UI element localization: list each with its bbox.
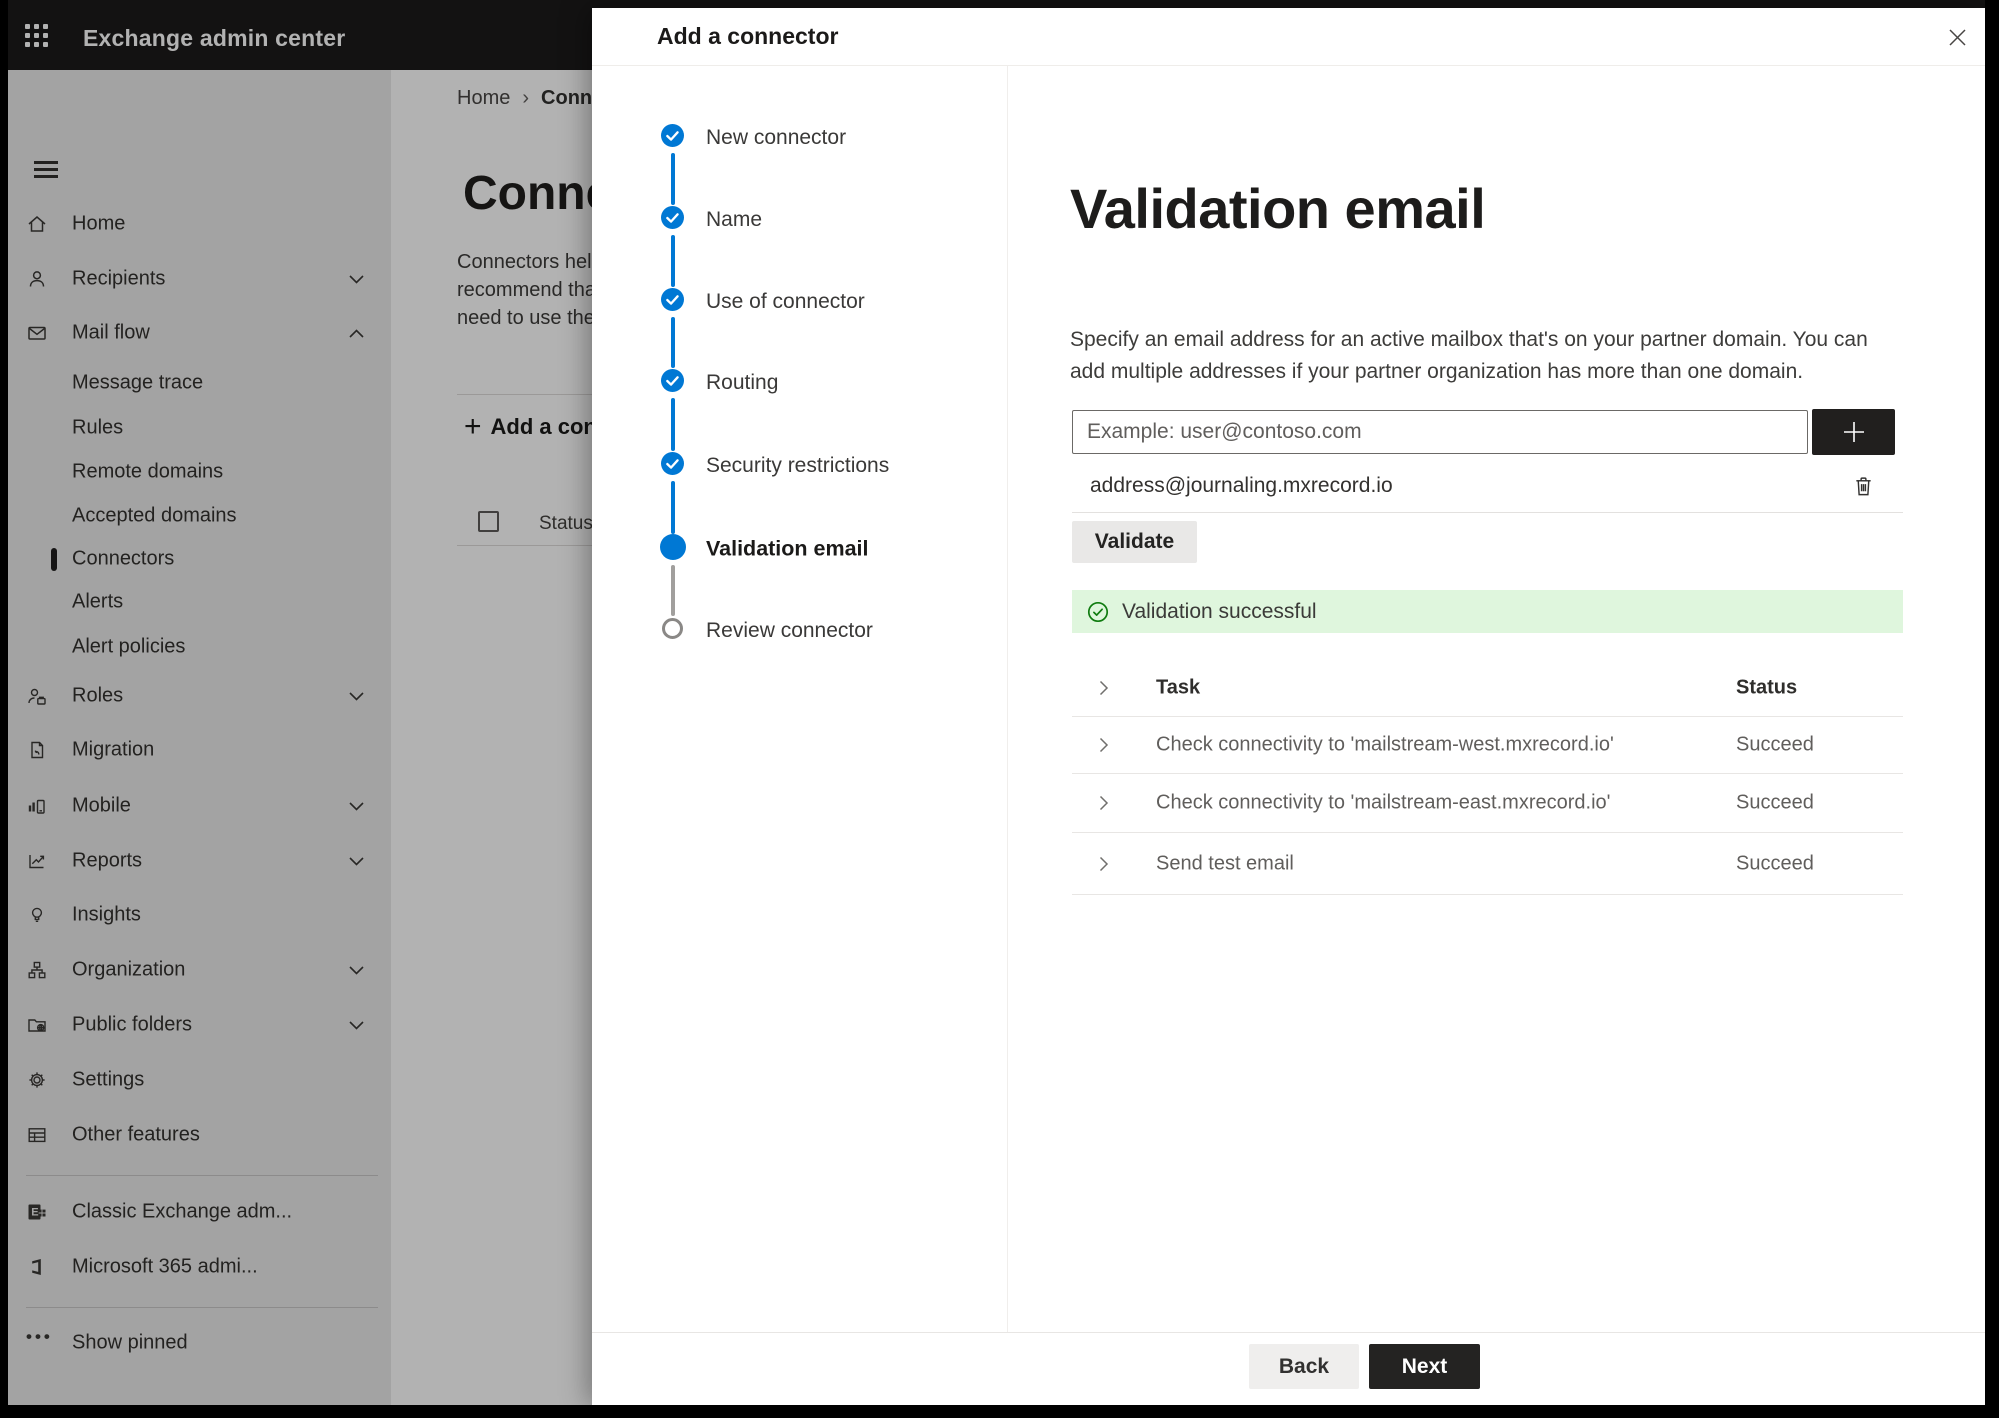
add-address-button[interactable]	[1812, 409, 1895, 455]
wizard-step-security-restrictions[interactable]: Security restrictions	[592, 450, 1008, 482]
added-address-row: address@journaling.mxrecord.io	[1072, 466, 1903, 506]
validate-button[interactable]: Validate	[1072, 521, 1197, 563]
wizard-step-new-connector[interactable]: New connector	[592, 122, 1008, 154]
validation-success-banner: Validation successful	[1072, 590, 1903, 633]
close-icon[interactable]	[1939, 19, 1975, 55]
wizard-steps: New connector Name Use of connector Rout…	[592, 66, 1008, 1332]
step-connector-line	[671, 398, 675, 451]
table-row: Send test email Succeed	[1072, 833, 1903, 895]
step-connector-line	[671, 235, 675, 287]
expand-row-chevron-icon[interactable]	[1099, 737, 1109, 753]
expand-all-chevron-icon[interactable]	[1099, 680, 1109, 696]
plus-icon	[1843, 422, 1864, 442]
trash-icon	[1855, 476, 1871, 495]
status-cell: Succeed	[1736, 791, 1814, 814]
task-column-header: Task	[1156, 676, 1201, 699]
email-address-input[interactable]	[1072, 410, 1808, 454]
status-cell: Succeed	[1736, 852, 1814, 874]
banner-text: Validation successful	[1122, 599, 1317, 623]
step-upcoming-circle-icon	[662, 618, 683, 639]
task-cell: Check connectivity to 'mailstream-west.m…	[1156, 733, 1614, 756]
step-connector-line	[671, 317, 675, 368]
table-header-row: Task Status	[1072, 660, 1903, 717]
footer-divider	[592, 1332, 1985, 1333]
wizard-step-validation-email[interactable]: Validation email	[592, 533, 1008, 565]
step-current-dot-icon	[660, 534, 686, 560]
step-completed-check-icon	[661, 288, 684, 311]
table-row: Check connectivity to 'mailstream-west.m…	[1072, 717, 1903, 774]
dialog-header: Add a connector	[592, 8, 1985, 66]
wizard-step-routing[interactable]: Routing	[592, 367, 1008, 399]
task-cell: Check connectivity to 'mailstream-east.m…	[1156, 791, 1611, 814]
step-description: Specify an email address for an active m…	[1070, 328, 1868, 383]
expand-row-chevron-icon[interactable]	[1099, 795, 1109, 811]
table-row: Check connectivity to 'mailstream-east.m…	[1072, 774, 1903, 833]
wizard-step-name[interactable]: Name	[592, 204, 1008, 236]
step-heading: Validation email	[1070, 177, 1486, 240]
wizard-step-use-of-connector[interactable]: Use of connector	[592, 286, 1008, 318]
wizard-step-review-connector[interactable]: Review connector	[592, 615, 1008, 647]
expand-row-chevron-icon[interactable]	[1099, 856, 1109, 872]
step-completed-check-icon	[661, 369, 684, 392]
step-connector-line-upcoming	[671, 565, 675, 616]
step-completed-check-icon	[661, 452, 684, 475]
dialog-title: Add a connector	[657, 23, 839, 49]
back-button[interactable]: Back	[1249, 1344, 1359, 1389]
status-cell: Succeed	[1736, 733, 1814, 756]
step-completed-check-icon	[661, 206, 684, 229]
step-connector-line	[671, 481, 675, 534]
next-button[interactable]: Next	[1369, 1344, 1480, 1389]
step-connector-line	[671, 153, 675, 205]
status-column-header: Status	[1736, 676, 1798, 699]
task-cell: Send test email	[1156, 852, 1294, 874]
add-connector-dialog: Add a connector New connector Name Use o…	[592, 8, 1985, 1405]
step-completed-check-icon	[661, 124, 684, 147]
success-check-icon	[1087, 601, 1109, 623]
added-address-text: address@journaling.mxrecord.io	[1090, 474, 1393, 497]
address-list-divider	[1072, 512, 1903, 513]
delete-address-button[interactable]	[1844, 467, 1882, 505]
validation-results-table: Task Status Check connectivity to 'mails…	[1072, 660, 1903, 895]
